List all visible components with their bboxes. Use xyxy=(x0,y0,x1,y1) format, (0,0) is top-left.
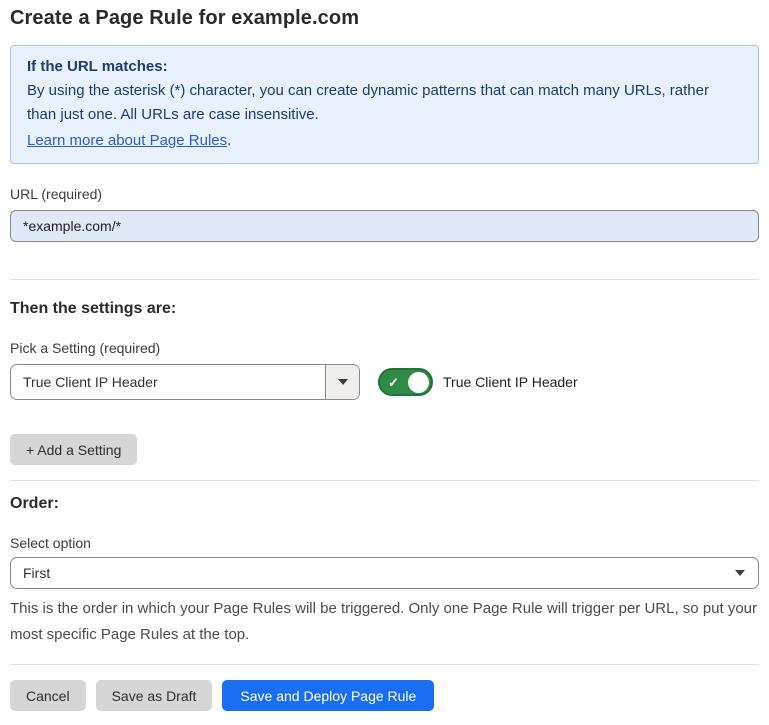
learn-more-link[interactable]: Learn more about Page Rules xyxy=(27,132,227,149)
url-match-info-box: If the URL matches: By using the asteris… xyxy=(10,45,759,164)
link-period-text: . xyxy=(227,132,231,149)
url-field-label: URL (required) xyxy=(10,186,759,202)
info-box-link-line: Learn more about Page Rules. xyxy=(27,129,742,153)
create-page-rule-form: Create a Page Rule for example.com If th… xyxy=(0,0,769,725)
check-icon: ✓ xyxy=(388,376,399,389)
order-select-label: Select option xyxy=(10,535,759,551)
setting-select[interactable]: True Client IP Header xyxy=(10,364,360,400)
order-select-arrow xyxy=(735,570,758,576)
add-setting-button[interactable]: + Add a Setting xyxy=(10,434,137,465)
cancel-button[interactable]: Cancel xyxy=(10,680,86,711)
toggle-knob xyxy=(408,372,429,393)
save-deploy-button[interactable]: Save and Deploy Page Rule xyxy=(222,680,434,711)
order-help-text: This is the order in which your Page Rul… xyxy=(10,596,759,648)
setting-select-value: True Client IP Header xyxy=(11,374,325,390)
info-box-body: By using the asterisk (*) character, you… xyxy=(27,79,742,127)
info-box-heading: If the URL matches: xyxy=(27,55,742,79)
pick-setting-label: Pick a Setting (required) xyxy=(10,340,759,356)
setting-row: True Client IP Header ✓ True Client IP H… xyxy=(10,364,759,400)
section-divider xyxy=(10,279,759,280)
setting-toggle[interactable]: ✓ xyxy=(378,368,433,396)
order-section-heading: Order: xyxy=(10,495,759,513)
save-draft-button[interactable]: Save as Draft xyxy=(96,680,213,711)
url-input[interactable] xyxy=(10,210,759,242)
settings-section-heading: Then the settings are: xyxy=(10,300,759,318)
setting-select-arrow-button[interactable] xyxy=(325,365,359,399)
footer-actions: Cancel Save as Draft Save and Deploy Pag… xyxy=(10,680,759,711)
section-divider xyxy=(10,664,759,665)
order-select-value: First xyxy=(11,565,735,581)
setting-toggle-label: True Client IP Header xyxy=(443,374,578,390)
section-divider xyxy=(10,480,759,481)
page-title: Create a Page Rule for example.com xyxy=(10,7,759,30)
chevron-down-icon xyxy=(735,570,745,576)
order-select[interactable]: First xyxy=(10,557,759,589)
chevron-down-icon xyxy=(338,379,348,385)
